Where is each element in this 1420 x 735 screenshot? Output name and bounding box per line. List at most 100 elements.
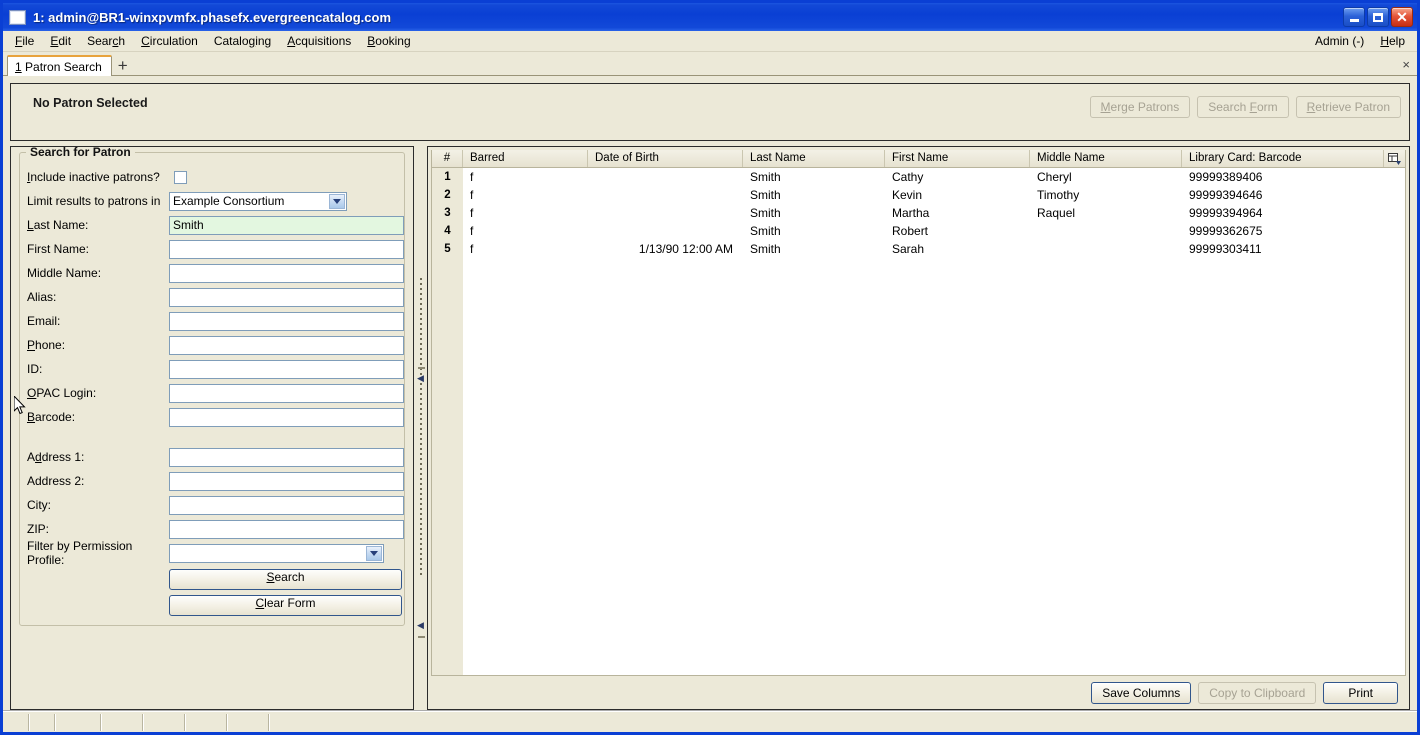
include-inactive-checkbox[interactable] <box>174 170 187 184</box>
menu-file-label: ile <box>22 34 35 48</box>
row-email: Email: <box>20 309 404 333</box>
last-name-input[interactable] <box>169 215 404 235</box>
menu-bar: File Edit Search Circulation Cataloging … <box>3 31 1417 52</box>
limit-results-value: Example Consortium <box>173 194 285 208</box>
city-label: City: <box>27 498 51 512</box>
cell-last: Smith <box>750 206 781 220</box>
table-row[interactable]: 3 f Smith Martha Raquel 99999394964 <box>432 204 1405 222</box>
phone-input[interactable] <box>169 335 404 355</box>
table-row[interactable]: 5 f 1/13/90 12:00 AM Smith Sarah 9999930… <box>432 240 1405 258</box>
row-clear-button: Clear Form <box>20 591 404 617</box>
cell-middle: Raquel <box>1037 206 1076 220</box>
menu-cataloging[interactable]: Cataloging <box>206 32 279 50</box>
address-2-input[interactable] <box>169 471 404 491</box>
minimize-button[interactable] <box>1343 7 1365 27</box>
print-button[interactable]: Print <box>1323 681 1398 704</box>
city-input[interactable] <box>169 495 404 515</box>
column-header-num[interactable]: # <box>432 150 463 167</box>
window-title: 1: admin@BR1-winxpvmfx.phasefx.evergreen… <box>33 9 392 25</box>
status-cell-8 <box>270 714 1416 731</box>
first-name-input[interactable] <box>169 239 404 259</box>
copy-to-clipboard-button[interactable]: Copy to Clipboard <box>1198 681 1317 704</box>
cell-dob <box>588 222 743 240</box>
cell-barred: f <box>470 206 474 220</box>
table-row[interactable]: 4 f Smith Robert 99999362675 <box>432 222 1405 240</box>
search-form: Include inactive patrons? Limit results … <box>20 153 404 617</box>
last-name-label: Last Name: <box>27 218 89 232</box>
window-controls: ✕ <box>1343 7 1415 27</box>
row-opac-login: OPAC Login: <box>20 381 404 405</box>
column-header-first[interactable]: First Name <box>885 150 1030 167</box>
clear-form-button[interactable]: Clear Form <box>169 594 402 616</box>
row-alias: Alias: <box>20 285 404 309</box>
close-tab-icon[interactable]: × <box>1402 57 1410 72</box>
zip-input[interactable] <box>169 519 404 539</box>
status-cell-6 <box>186 714 228 731</box>
collapse-left-arrow-icon[interactable]: ◀ <box>417 374 425 383</box>
limit-results-select[interactable]: Example Consortium <box>169 191 347 211</box>
cell-barcode: 99999389406 <box>1189 170 1263 184</box>
alias-label: Alias: <box>27 290 57 304</box>
splitter-grip <box>419 278 422 578</box>
search-pane: Search for Patron Include inactive patro… <box>10 146 414 710</box>
menu-bar-right: Admin (-) Help <box>1307 32 1413 50</box>
minimize-icon <box>1349 19 1359 22</box>
chevron-down-icon <box>329 193 345 209</box>
results-grid: # Barred Date of Birth Last Name First N… <box>431 150 1406 676</box>
status-cell-4 <box>102 714 144 731</box>
pane-splitter[interactable]: ◀ ◀ <box>414 146 427 710</box>
menu-help[interactable]: Help <box>1372 32 1413 50</box>
row-search-button: Search <box>20 565 404 591</box>
column-header-barcode[interactable]: Library Card: Barcode <box>1182 150 1383 167</box>
cell-num: 4 <box>432 222 463 240</box>
row-phone: Phone: <box>20 333 404 357</box>
cell-num: 3 <box>432 204 463 222</box>
merge-patrons-button[interactable]: Merge Patrons <box>1089 96 1191 118</box>
opac-login-label: OPAC Login: <box>27 386 97 400</box>
row-limit-results: Limit results to patrons in Example Cons… <box>20 189 404 213</box>
tab-label: Patron Search <box>25 59 102 74</box>
menu-circulation[interactable]: Circulation <box>133 32 206 50</box>
column-header-middle[interactable]: Middle Name <box>1030 150 1182 167</box>
form-spacer <box>20 429 404 445</box>
cell-middle: Cheryl <box>1037 170 1072 184</box>
maximize-button[interactable] <box>1367 7 1389 27</box>
menu-file[interactable]: File <box>7 32 42 50</box>
close-button[interactable]: ✕ <box>1391 7 1413 27</box>
id-input[interactable] <box>169 359 404 379</box>
save-columns-button[interactable]: Save Columns <box>1091 681 1192 704</box>
cell-num: 2 <box>432 186 463 204</box>
permission-profile-select[interactable] <box>169 543 384 563</box>
cell-num: 5 <box>432 240 463 258</box>
column-header-barred[interactable]: Barred <box>463 150 588 167</box>
id-label: ID: <box>27 362 43 376</box>
address-1-input[interactable] <box>169 447 404 467</box>
cell-num: 1 <box>432 168 463 186</box>
alias-input[interactable] <box>169 287 404 307</box>
splitter-nib-bottom <box>418 636 425 638</box>
tab-patron-search[interactable]: 1 Patron Search <box>7 55 112 76</box>
menu-admin[interactable]: Admin (-) <box>1307 32 1372 50</box>
middle-name-input[interactable] <box>169 263 404 283</box>
column-picker-icon[interactable] <box>1383 150 1405 167</box>
application-window: 1: admin@BR1-winxpvmfx.phasefx.evergreen… <box>0 0 1420 735</box>
new-tab-button[interactable]: + <box>112 55 134 76</box>
barcode-input[interactable] <box>169 407 404 427</box>
search-button[interactable]: Search <box>169 568 402 590</box>
collapse-left-arrow-icon-2[interactable]: ◀ <box>417 621 425 630</box>
menu-search[interactable]: Search <box>79 32 133 50</box>
table-row[interactable]: 1 f Smith Cathy Cheryl 99999389406 <box>432 168 1405 186</box>
search-form-button[interactable]: Search Form <box>1197 96 1289 118</box>
retrieve-patron-button[interactable]: Retrieve Patron <box>1295 96 1401 118</box>
status-cell-2 <box>30 714 56 731</box>
email-input[interactable] <box>169 311 404 331</box>
opac-login-input[interactable] <box>169 383 404 403</box>
column-header-dob[interactable]: Date of Birth <box>588 150 743 167</box>
column-header-last[interactable]: Last Name <box>743 150 885 167</box>
menu-edit[interactable]: Edit <box>42 32 79 50</box>
status-cell-3 <box>56 714 102 731</box>
phone-label: Phone: <box>27 338 66 352</box>
menu-acquisitions[interactable]: Acquisitions <box>279 32 359 50</box>
table-row[interactable]: 2 f Smith Kevin Timothy 99999394646 <box>432 186 1405 204</box>
menu-booking[interactable]: Booking <box>359 32 418 50</box>
